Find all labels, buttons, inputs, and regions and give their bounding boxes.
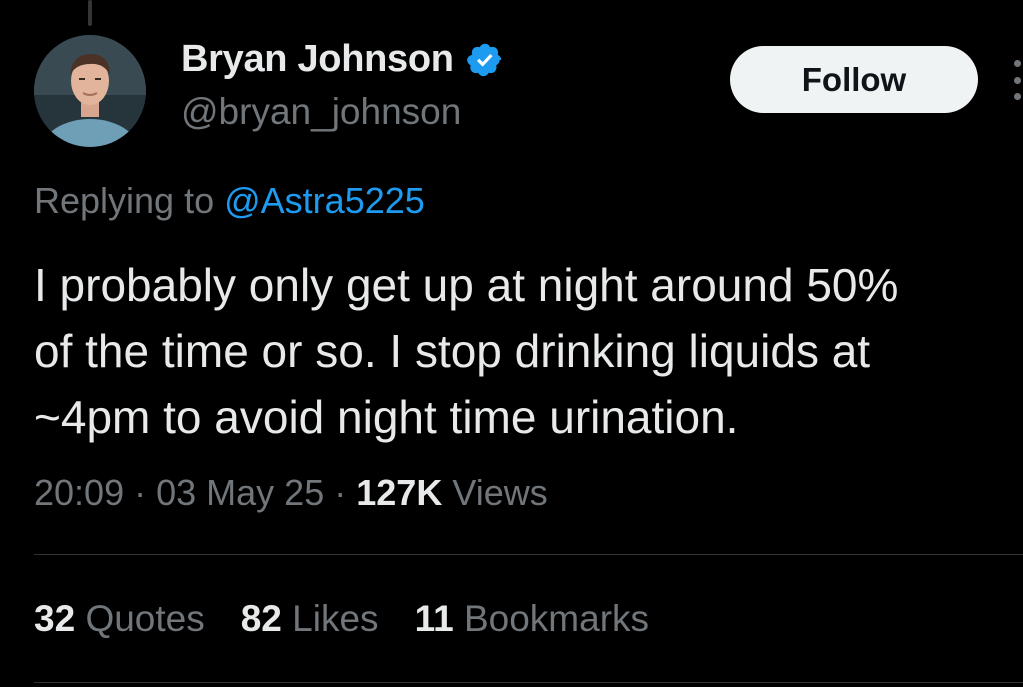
tweet-text-line: I probably only get up at night around 5…	[34, 259, 899, 311]
tweet-text: I probably only get up at night around 5…	[34, 252, 1023, 450]
divider	[34, 682, 1023, 683]
tweet-text-line: of the time or so. I stop drinking liqui…	[34, 325, 871, 377]
avatar[interactable]	[34, 35, 146, 147]
meta-separator: ·	[334, 472, 347, 513]
author-name-row[interactable]: Bryan Johnson	[181, 38, 504, 81]
tweet-meta: 20:09 · 03 May 25 · 127K Views	[34, 472, 548, 514]
more-horizontal-icon[interactable]	[1012, 60, 1023, 100]
thread-connector-line	[88, 0, 92, 26]
replying-prefix: Replying to	[34, 180, 215, 221]
stat-label: Quotes	[85, 598, 205, 639]
engagement-stats: 32 Quotes 82 Likes 11 Bookmarks	[34, 598, 649, 640]
stat-count: 82	[240, 598, 282, 639]
more-dot	[1014, 93, 1021, 100]
verified-badge-icon	[466, 43, 501, 76]
divider	[34, 554, 1023, 555]
stat-label: Bookmarks	[463, 598, 650, 639]
avatar-image	[34, 35, 146, 147]
stat-count: 11	[414, 598, 454, 639]
author-handle[interactable]: @bryan_johnson	[181, 91, 461, 133]
meta-separator: ·	[134, 472, 147, 513]
stat-bookmarks[interactable]: 11 Bookmarks	[415, 598, 649, 640]
stat-label: Likes	[292, 598, 379, 639]
stat-quotes[interactable]: 32 Quotes	[34, 598, 205, 640]
follow-button[interactable]: Follow	[730, 46, 978, 113]
tweet-date[interactable]: 03 May 25	[156, 472, 324, 513]
author-name[interactable]: Bryan Johnson	[181, 38, 454, 81]
stat-likes[interactable]: 82 Likes	[241, 598, 379, 640]
stat-count: 32	[34, 598, 76, 639]
views-label: Views	[452, 472, 548, 513]
reply-mention-link[interactable]: @Astra5225	[224, 180, 425, 221]
more-dot	[1014, 76, 1021, 84]
replying-to: Replying to @Astra5225	[34, 180, 425, 222]
tweet-time[interactable]: 20:09	[34, 472, 124, 513]
more-dot	[1014, 60, 1021, 67]
views-count: 127K	[356, 472, 443, 513]
tweet-text-line: ~4pm to avoid night time urination.	[34, 391, 739, 443]
